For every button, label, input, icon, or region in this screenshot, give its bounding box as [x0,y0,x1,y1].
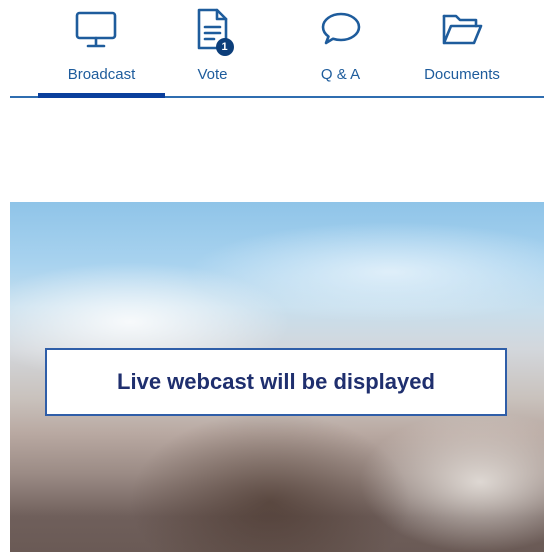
webcast-video-area[interactable]: Live webcast will be displayed [10,202,544,552]
speech-bubble-icon [318,6,364,52]
webcast-page: Broadcast 1 Vote Q & A Documents Live we… [0,0,544,552]
tab-documents[interactable]: Documents [407,0,517,96]
tab-qa[interactable]: Q & A [293,0,388,96]
tab-vote[interactable]: 1 Vote [165,0,260,96]
tab-qa-label: Q & A [320,66,361,83]
tab-bar: Broadcast 1 Vote Q & A Documents [10,0,544,98]
tab-documents-label: Documents [424,66,500,83]
active-tab-indicator [38,93,165,98]
vote-count-badge: 1 [215,38,234,56]
tab-vote-label: Vote [197,66,228,83]
webcast-placeholder-caption: Live webcast will be displayed [45,348,507,416]
document-icon: 1 [190,6,236,56]
monitor-icon [73,6,119,52]
tab-broadcast[interactable]: Broadcast [10,0,165,98]
folder-icon [439,6,485,52]
tab-broadcast-label: Broadcast [67,66,136,83]
